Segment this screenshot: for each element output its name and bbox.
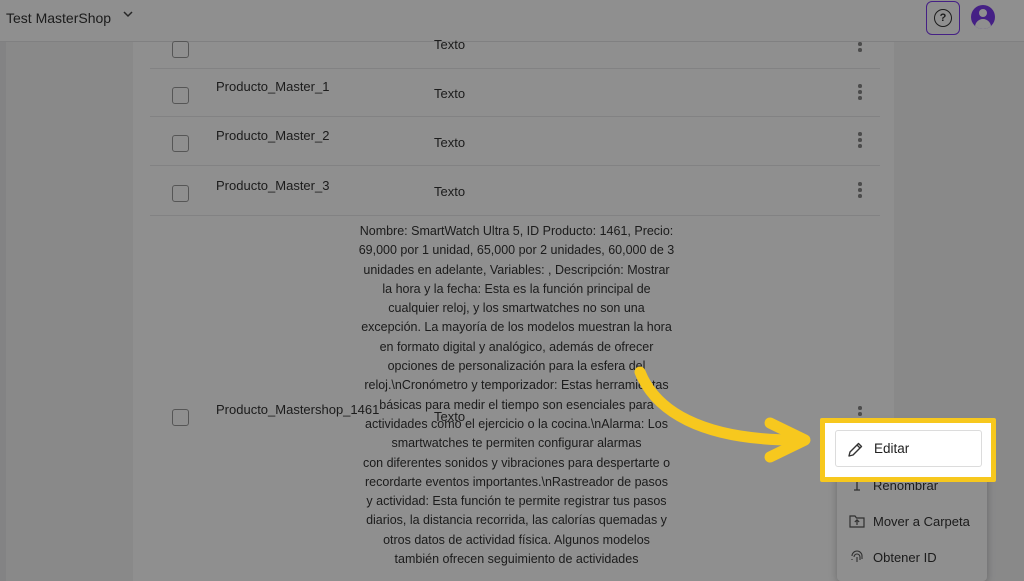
table-row: Producto_Master_1 Texto [150,69,880,117]
row-checkbox[interactable] [172,135,189,152]
table-row: Producto_Master_3 Texto [150,166,880,216]
table-row: Texto [150,37,880,69]
menu-item-obtener-id[interactable]: Obtener ID [837,540,987,574]
kebab-menu-icon[interactable] [855,182,865,198]
chevron-down-icon[interactable] [122,8,134,23]
kebab-menu-icon[interactable] [855,42,865,52]
highlight-box: Editar [820,418,996,482]
row-type: Texto [434,135,466,150]
help-icon: ? [934,9,952,27]
product-description: Nombre: SmartWatch Ultra 5, ID Producto:… [358,224,675,567]
pencil-icon [846,441,864,459]
row-checkbox[interactable] [172,409,189,426]
folder-move-icon [849,513,865,529]
table-row: Producto_Master_2 Texto [150,117,880,166]
row-type: Texto [434,184,466,199]
avatar-icon[interactable] [971,5,995,29]
row-checkbox[interactable] [172,87,189,104]
menu-item-mover-a-carpeta[interactable]: Mover a Carpeta [837,504,987,538]
help-button[interactable]: ? [926,1,960,35]
row-type: Texto [434,86,466,101]
row-name: Producto_Master_3 [216,178,330,193]
fingerprint-icon [849,549,865,565]
kebab-menu-icon[interactable] [855,84,865,100]
row-checkbox[interactable] [172,185,189,202]
left-sidebar-edge [0,42,6,581]
menu-item-editar[interactable]: Editar [835,430,982,467]
row-name: Producto_Master_2 [216,128,330,143]
shop-name[interactable]: Test MasterShop [6,10,111,26]
top-bar: Test MasterShop ? [0,0,1024,42]
kebab-menu-icon[interactable] [855,132,865,148]
row-name: Producto_Master_1 [216,79,330,94]
row-type: Texto [434,37,466,52]
row-checkbox[interactable] [172,41,189,58]
